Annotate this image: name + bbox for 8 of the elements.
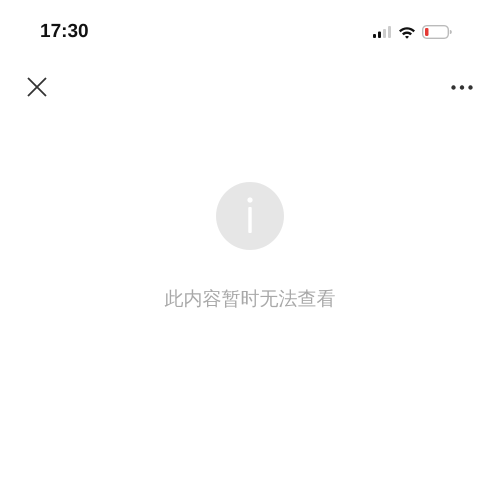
battery-icon	[422, 25, 452, 39]
unavailable-message: 此内容暂时无法查看	[164, 287, 336, 312]
signal-icon	[373, 26, 392, 38]
close-icon[interactable]	[27, 77, 47, 97]
wifi-icon	[398, 26, 416, 38]
more-icon[interactable]	[451, 84, 473, 90]
status-time: 17:30	[40, 21, 89, 43]
info-icon	[216, 182, 284, 250]
